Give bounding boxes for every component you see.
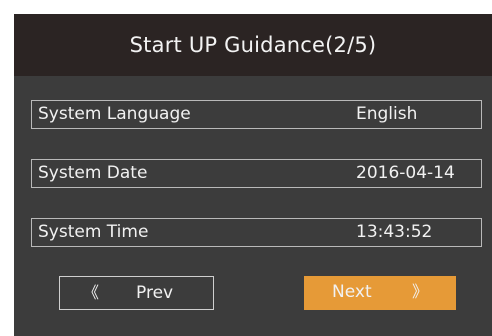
title-bar: Start UP Guidance(2/5) (14, 14, 492, 76)
system-language-label: System Language (38, 104, 191, 124)
system-date-row[interactable]: System Date 2016-04-14 (31, 159, 482, 188)
double-chevron-left-icon: 《 (83, 283, 100, 302)
double-chevron-right-icon: 》 (412, 282, 429, 301)
system-language-row[interactable]: System Language English (31, 100, 482, 129)
next-button-label: Next (332, 282, 372, 302)
prev-button-label: Prev (136, 283, 174, 303)
system-time-label: System Time (38, 222, 149, 242)
system-time-row[interactable]: System Time 13:43:52 (31, 218, 482, 247)
startup-guidance-dialog: Start UP Guidance(2/5) System Language E… (14, 14, 492, 336)
system-language-value[interactable]: English (356, 101, 417, 128)
next-button[interactable]: Next 》 (304, 276, 456, 310)
prev-button[interactable]: 《 Prev (59, 276, 214, 310)
system-time-value[interactable]: 13:43:52 (356, 219, 432, 246)
system-date-label: System Date (38, 163, 148, 183)
system-date-value[interactable]: 2016-04-14 (356, 160, 455, 187)
dialog-title: Start UP Guidance(2/5) (129, 33, 377, 57)
